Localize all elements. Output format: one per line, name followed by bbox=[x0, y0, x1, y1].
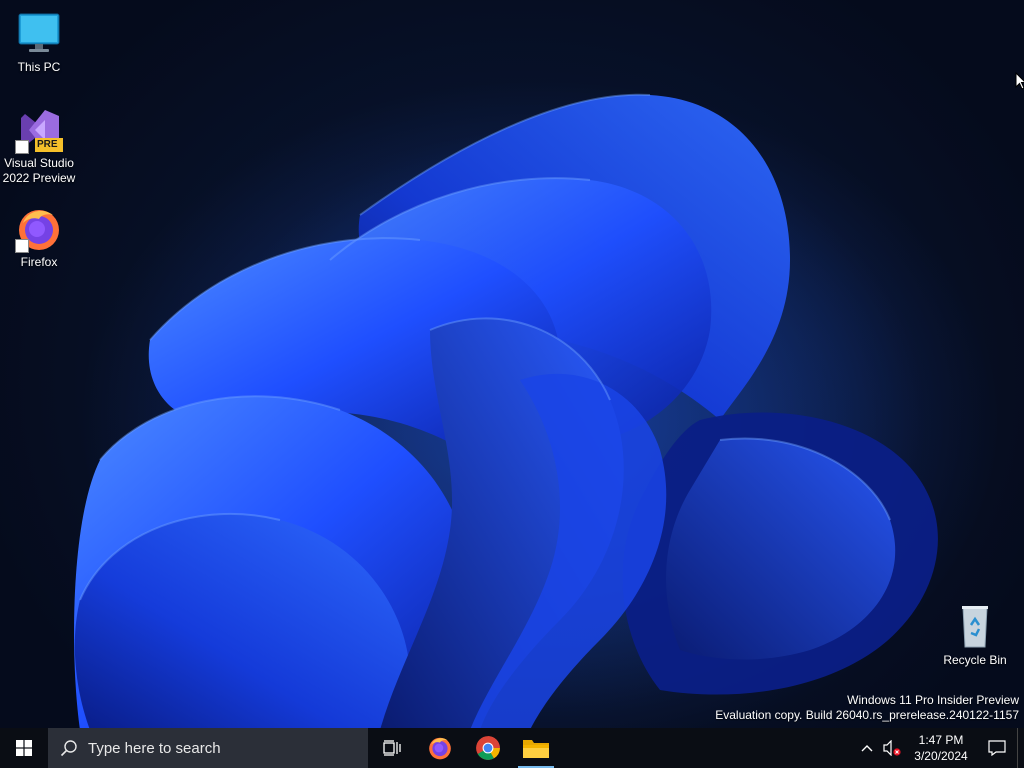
desktop-icon-label: This PC bbox=[17, 60, 61, 74]
chrome-icon bbox=[476, 736, 500, 760]
desktop-icon-label: Firefox bbox=[20, 255, 58, 269]
desktop-icon-label: Visual Studio bbox=[4, 156, 74, 170]
taskbar-search-box[interactable]: Type here to search bbox=[48, 728, 368, 768]
clock-button[interactable]: 1:47 PM 3/20/2024 bbox=[905, 728, 977, 768]
desktop-icon-this-pc[interactable]: This PC bbox=[1, 10, 77, 75]
show-desktop-button[interactable] bbox=[1017, 728, 1024, 768]
shortcut-arrow-icon bbox=[15, 239, 29, 253]
taskbar-file-explorer-button[interactable] bbox=[512, 728, 560, 768]
search-placeholder: Type here to search bbox=[88, 739, 221, 757]
watermark-line2: Evaluation copy. Build 26040.rs_prerelea… bbox=[715, 708, 1019, 722]
clock-time: 1:47 PM bbox=[918, 733, 964, 747]
recycle-bin-icon bbox=[951, 603, 999, 651]
desktop-icon-label: Recycle Bin bbox=[943, 653, 1007, 667]
desktop-icon-label: 2022 Preview bbox=[2, 171, 76, 185]
desktop[interactable]: This PC PRE Visual Studio 2022 Preview F… bbox=[0, 0, 1024, 768]
wallpaper-bloom bbox=[74, 80, 1000, 730]
windows-logo-icon bbox=[16, 740, 32, 756]
desktop-icon-firefox[interactable]: Firefox bbox=[1, 205, 77, 270]
file-explorer-icon bbox=[523, 740, 549, 758]
taskbar-chrome-button[interactable] bbox=[464, 728, 512, 768]
firefox-icon bbox=[15, 205, 63, 253]
notification-icon bbox=[988, 740, 1006, 756]
desktop-icon-visual-studio[interactable]: PRE Visual Studio 2022 Preview bbox=[1, 106, 77, 186]
taskbar: Type here to search 1:47 PM 3/20/2024 bbox=[0, 728, 1024, 768]
shortcut-arrow-icon bbox=[15, 140, 29, 154]
taskbar-firefox-button[interactable] bbox=[416, 728, 464, 768]
mouse-cursor-icon bbox=[1015, 72, 1024, 90]
desktop-icon-recycle-bin[interactable]: Recycle Bin bbox=[937, 603, 1013, 668]
volume-button[interactable] bbox=[879, 728, 905, 768]
evaluation-watermark: Windows 11 Pro Insider Preview Evaluatio… bbox=[715, 693, 1019, 723]
chevron-up-icon bbox=[861, 745, 873, 752]
show-hidden-icons-button[interactable] bbox=[855, 728, 879, 768]
firefox-icon bbox=[429, 737, 451, 760]
clock-date: 3/20/2024 bbox=[914, 749, 968, 763]
search-icon bbox=[60, 740, 77, 757]
task-view-button[interactable] bbox=[368, 728, 416, 768]
notification-center-button[interactable] bbox=[977, 728, 1017, 768]
visual-studio-preview-icon: PRE bbox=[15, 106, 63, 154]
start-button[interactable] bbox=[0, 728, 48, 768]
volume-muted-icon bbox=[883, 740, 901, 756]
task-view-icon bbox=[383, 740, 401, 756]
pre-badge: PRE bbox=[37, 139, 58, 150]
system-tray: 1:47 PM 3/20/2024 bbox=[855, 728, 1024, 768]
watermark-line1: Windows 11 Pro Insider Preview bbox=[847, 693, 1019, 707]
monitor-icon bbox=[15, 10, 63, 58]
